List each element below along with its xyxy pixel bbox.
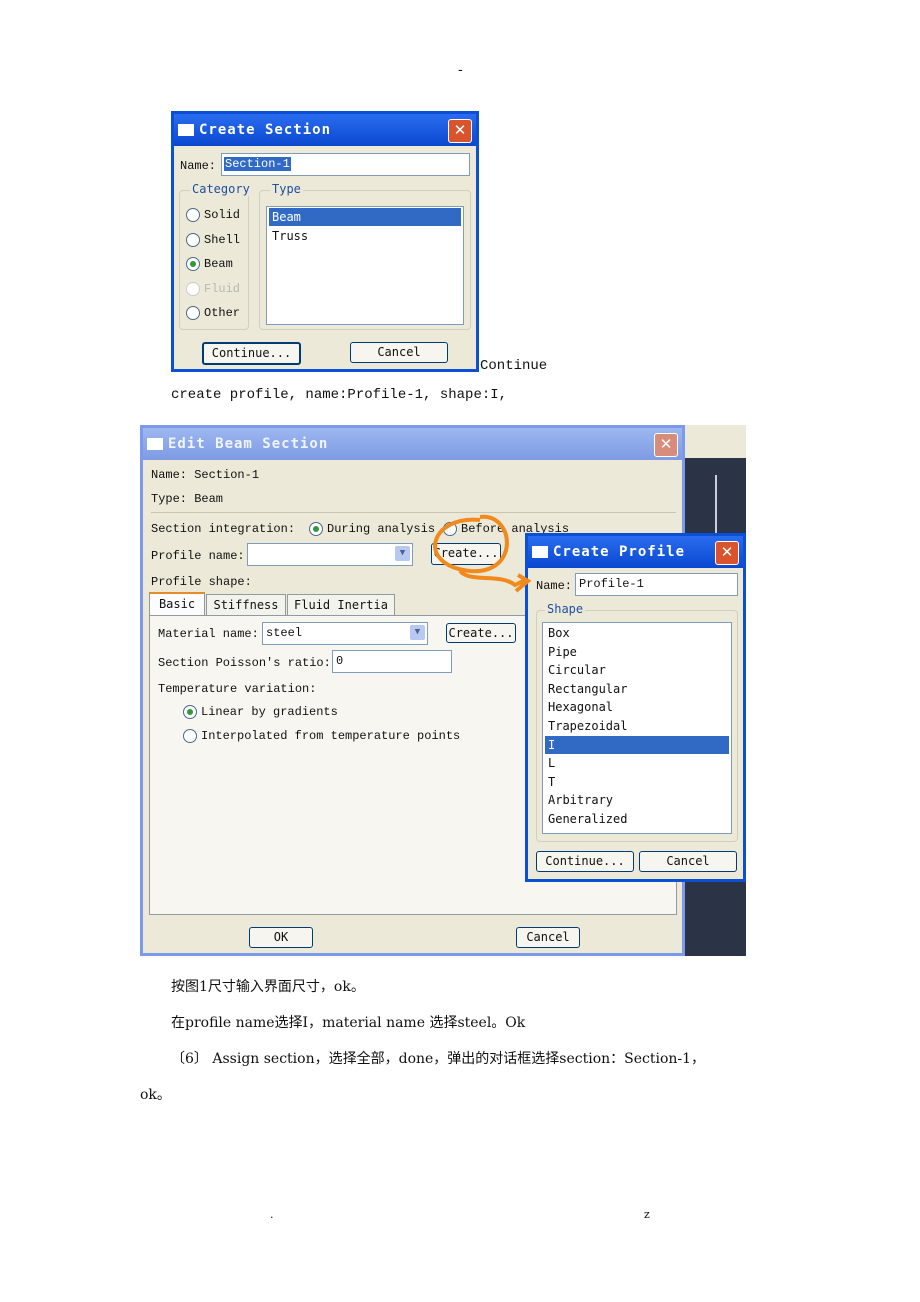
name-input[interactable]: Section-1 (221, 153, 470, 176)
footer-right: z (644, 1208, 650, 1221)
category-label-fluid: Fluid (204, 281, 241, 296)
create-section-dialog: Create Section ✕ Name: Section-1 Categor… (171, 111, 479, 372)
paragraph-3-cont: ok。 (140, 1087, 171, 1103)
circle-annotation (433, 514, 509, 574)
window-icon (178, 124, 194, 136)
dialog-title: Create Section (199, 122, 332, 138)
name-value: Section-1 (224, 157, 291, 171)
radio-shell[interactable] (186, 232, 200, 247)
paragraph-1: 按图1尺寸输入界面尺寸，ok。 (171, 979, 365, 995)
document-page: - Create Section ✕ Name: Section-1 Categ… (0, 0, 920, 1302)
orange-annotation (433, 514, 532, 593)
name-label: Name: (180, 159, 217, 173)
category-label-beam: Beam (204, 257, 233, 271)
radio-fluid (186, 281, 200, 296)
paragraph-3: 〔6〕 Assign section，选择全部，done，弹出的对话框选择sec… (171, 1051, 706, 1067)
radio-beam[interactable] (186, 257, 200, 271)
close-icon[interactable]: ✕ (448, 119, 472, 143)
caption-continue: Continue (480, 358, 548, 374)
radio-other[interactable] (186, 306, 200, 320)
title-bar: Create Section ✕ (174, 114, 476, 146)
cancel-button[interactable]: Cancel (350, 342, 448, 363)
category-label-other: Other (204, 306, 241, 320)
category-label: Category (190, 182, 252, 196)
type-label: Type (270, 182, 303, 196)
footer-left: . (270, 1208, 274, 1221)
instruction-line: create profile, name:Profile-1, shape:I, (171, 387, 508, 403)
type-item-beam[interactable]: Beam (269, 208, 461, 226)
continue-button[interactable]: Continue... (202, 342, 301, 365)
screenshot-edit-beam: Edit Beam Section ✕ Name: Section-1 Type… (140, 425, 746, 956)
arrow-annotation (458, 569, 532, 593)
type-item-truss[interactable]: Truss (269, 227, 461, 245)
type-list[interactable]: Beam Truss (266, 206, 464, 325)
header-mark: - (458, 62, 463, 78)
radio-solid[interactable] (186, 208, 200, 222)
paragraph-2: 在profile name选择I，material name 选择steel。O… (171, 1015, 526, 1031)
category-label-shell: Shell (204, 232, 241, 247)
category-label-solid: Solid (204, 208, 241, 222)
